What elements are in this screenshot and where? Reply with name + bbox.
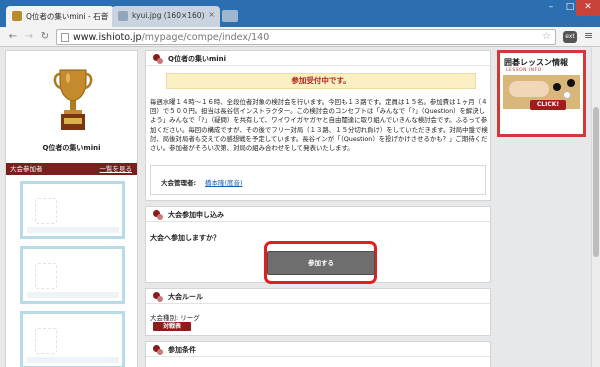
tab-image[interactable]: kyui.jpg (160×160) × — [112, 6, 220, 27]
join-button[interactable]: 参加する — [267, 251, 375, 275]
event-info-panel: Q位者の集いmini 参加受付中です。 毎週水曜１４時～１６時、全段位者対象の検… — [145, 50, 491, 201]
participant-card[interactable] — [20, 181, 125, 239]
favicon-icon — [118, 11, 128, 21]
page-viewport: Q位者の集いmini 大会参加者 一覧を見る Q位者の集いmini 参加受付中で… — [0, 47, 591, 367]
scrollbar-thumb[interactable] — [593, 107, 599, 257]
avatar — [35, 263, 57, 289]
rules-panel: 大会ルール 大会種別: リーグ 対戦表 — [145, 288, 491, 336]
banner-subtitle: LESSON INFO — [506, 68, 542, 73]
event-badge: Q位者の集いmini — [6, 51, 137, 159]
admin-label: 大会管理者: — [161, 179, 197, 187]
participant-card[interactable] — [20, 246, 125, 304]
panel-header: 参加条件 — [146, 342, 490, 357]
reload-icon[interactable]: ↻ — [38, 30, 52, 44]
section-bullet-icon — [153, 292, 163, 302]
forward-icon[interactable]: → — [22, 30, 36, 44]
url-text: www.ishioto.jp/mypage/compe/index/140 — [73, 32, 270, 43]
rule-type: 大会種別: リーグ — [150, 314, 200, 322]
participant-card[interactable] — [20, 311, 125, 367]
admin-box: 大会管理者: 橋本隆(度音) — [150, 165, 486, 195]
participants-header: 大会参加者 一覧を見る — [6, 163, 137, 175]
click-button[interactable]: CLICK! — [530, 100, 566, 110]
left-sidebar: Q位者の集いmini 大会参加者 一覧を見る — [5, 50, 138, 367]
favicon-icon — [12, 11, 22, 21]
bookmark-star-icon[interactable]: ☆ — [542, 31, 551, 42]
registration-panel: 大会参加申し込み 大会へ参加しますか？ 参加する — [145, 206, 491, 284]
conditions-panel: 参加条件 — [145, 341, 491, 367]
white-stone-icon — [563, 91, 571, 99]
close-tab-icon[interactable]: × — [102, 10, 109, 19]
panel-header: 大会参加申し込み — [146, 207, 490, 222]
match-table-button[interactable]: 対戦表 — [153, 322, 191, 331]
back-icon[interactable]: ← — [6, 30, 20, 44]
admin-link[interactable]: 橋本隆(度音) — [205, 177, 243, 187]
trophy-icon — [53, 69, 93, 130]
extension-icon[interactable]: ext — [563, 31, 577, 43]
browser-toolbar: ← → ↻ www.ishioto.jp/mypage/compe/index/… — [0, 27, 600, 47]
panel-header: 大会ルール — [146, 289, 490, 304]
status-badge: 参加受付中です。 — [166, 73, 476, 89]
black-stone-icon — [553, 83, 561, 91]
new-tab-button[interactable] — [222, 10, 238, 22]
panel-title: 大会参加申し込み — [168, 211, 224, 219]
participant-label-bar — [27, 292, 119, 298]
scrollbar[interactable] — [591, 47, 600, 367]
event-name: Q位者の集いmini — [42, 144, 101, 152]
panel-title: Q位者の集いmini — [168, 55, 227, 63]
participants-title: 大会参加者 — [10, 165, 43, 173]
page-icon — [61, 33, 69, 42]
panel-title: 大会ルール — [168, 293, 203, 301]
tab-current-page[interactable]: Q位者の集いmini - 石音 × — [6, 6, 114, 27]
black-stone-icon — [567, 79, 575, 87]
hand-image — [509, 81, 549, 97]
section-bullet-icon — [153, 345, 163, 355]
panel-title: 参加条件 — [168, 346, 196, 354]
panel-header: Q位者の集いmini — [146, 51, 490, 66]
section-bullet-icon — [153, 210, 163, 220]
join-question: 大会へ参加しますか？ — [150, 234, 220, 242]
view-all-link[interactable]: 一覧を見る — [100, 163, 133, 175]
avatar — [35, 328, 57, 354]
close-window-button[interactable]: ✕ — [576, 0, 600, 16]
participant-label-bar — [27, 357, 119, 363]
browser-tab-bar: Q位者の集いmini - 石音 × kyui.jpg (160×160) × –… — [0, 0, 600, 27]
banner-title: 囲碁レッスン情報 — [504, 58, 568, 67]
address-bar[interactable]: www.ishioto.jp/mypage/compe/index/140 ☆ — [56, 29, 556, 45]
tab-title: kyui.jpg (160×160) — [132, 11, 205, 20]
close-tab-icon[interactable]: × — [208, 10, 215, 19]
main-content: Q位者の集いmini 参加受付中です。 毎週水曜１４時～１６時、全段位者対象の検… — [145, 50, 491, 367]
lesson-info-banner[interactable]: 囲碁レッスン情報 LESSON INFO CLICK! — [497, 50, 586, 137]
section-bullet-icon — [153, 54, 163, 64]
participant-label-bar — [27, 227, 119, 233]
event-description: 毎週水曜１４時～１６時、全段位者対象の検討会を行います。今回も１３路です。定員は… — [150, 98, 488, 153]
menu-icon[interactable]: ≡ — [584, 29, 593, 42]
avatar — [35, 198, 57, 224]
tab-title: Q位者の集いmini - 石音 — [26, 12, 109, 21]
